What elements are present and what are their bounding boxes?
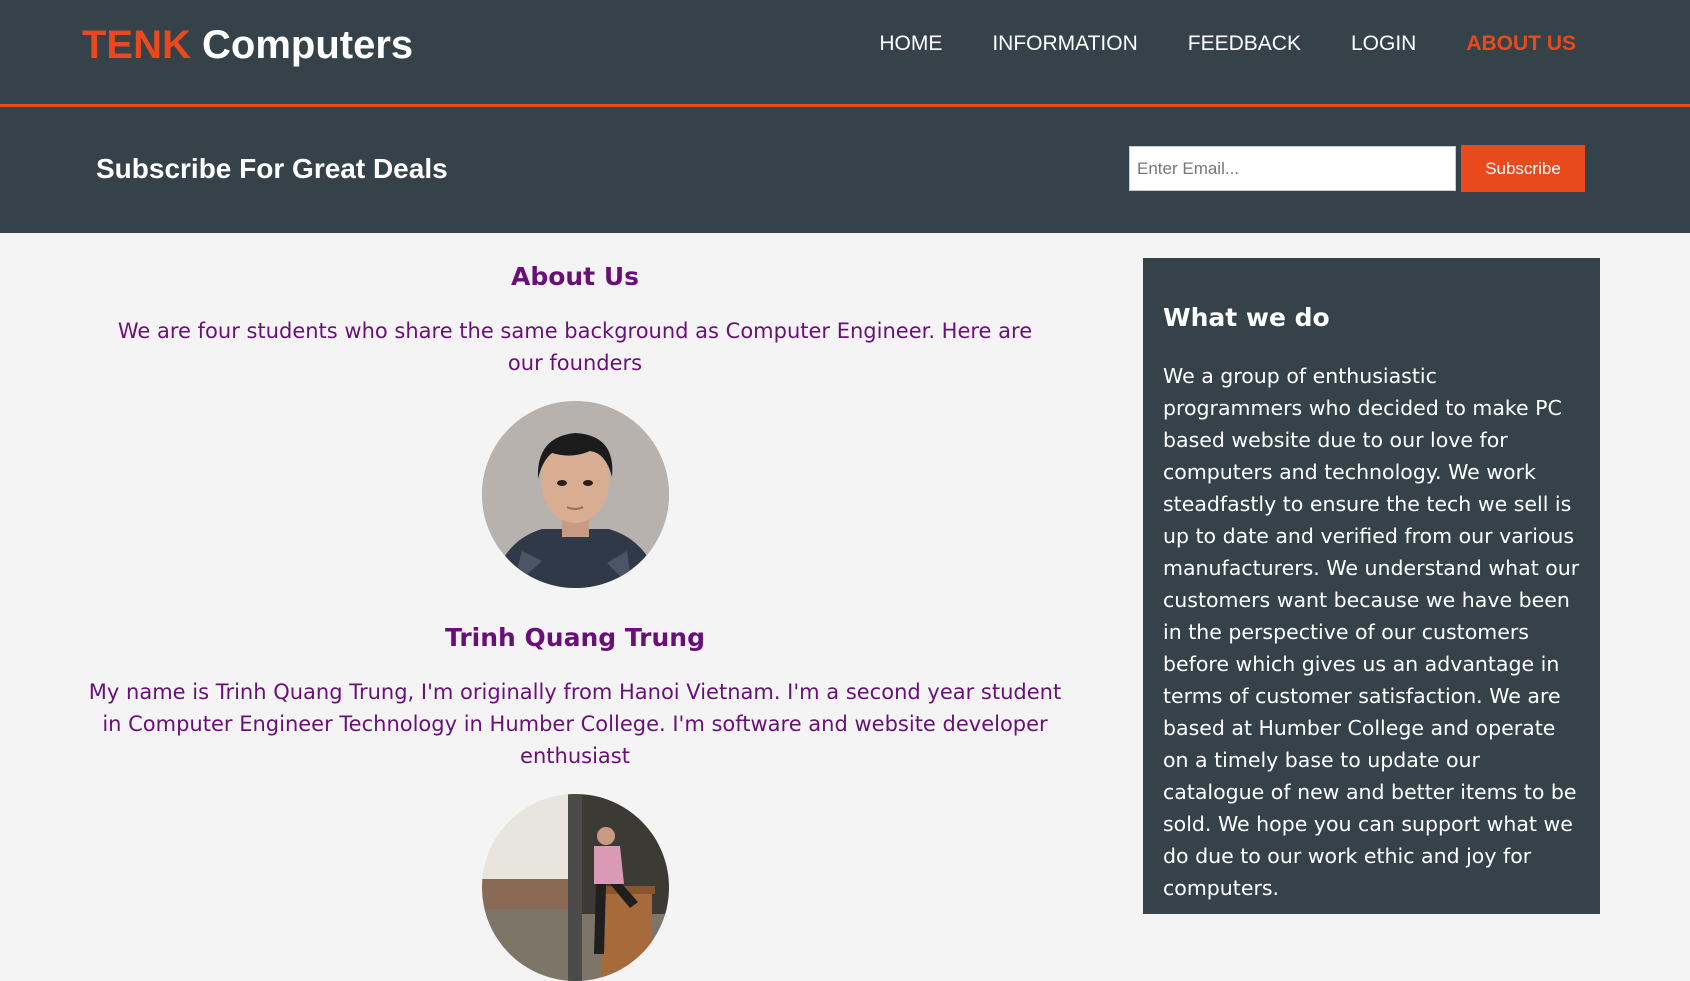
- nav-home[interactable]: HOME: [879, 30, 942, 58]
- newsletter-bar: Subscribe For Great Deals Subscribe: [0, 107, 1690, 233]
- nav-about-us[interactable]: ABOUT US: [1466, 30, 1576, 58]
- founder-bio: My name is Trinh Quang Trung, I'm origin…: [88, 680, 1062, 768]
- founder-name: Trinh Quang Trung: [445, 623, 705, 652]
- what-we-do-panel: What we do We a group of enthusiastic pr…: [1143, 258, 1600, 914]
- about-main: About Us We are four students who share …: [76, 233, 1074, 981]
- founder-portrait-image: [481, 401, 669, 588]
- site-logo[interactable]: TENK Computers: [82, 22, 413, 68]
- sidebar-text: We a group of enthusiastic programmers w…: [1163, 364, 1580, 900]
- main-nav: HOME INFORMATION FEEDBACK LOGIN ABOUT US: [879, 30, 1576, 58]
- sidebar-title: What we do: [1163, 303, 1330, 332]
- newsletter-title: Subscribe For Great Deals: [96, 153, 448, 184]
- founder-avatar-second: [481, 794, 669, 981]
- page-title: About Us: [510, 262, 640, 291]
- logo-text: Computers: [202, 23, 414, 67]
- intro-text: We are four students who share the same …: [117, 319, 1033, 375]
- subscribe-button[interactable]: Subscribe: [1461, 145, 1585, 192]
- email-input[interactable]: [1129, 146, 1456, 191]
- nav-information[interactable]: INFORMATION: [992, 30, 1137, 58]
- nav-login[interactable]: LOGIN: [1351, 30, 1416, 58]
- site-header: TENK Computers HOME INFORMATION FEEDBACK…: [0, 0, 1690, 107]
- founder-avatar-trinh: [481, 401, 669, 588]
- founder-photo-image: [481, 794, 669, 981]
- nav-feedback[interactable]: FEEDBACK: [1188, 30, 1301, 58]
- logo-highlight: TENK: [82, 23, 191, 67]
